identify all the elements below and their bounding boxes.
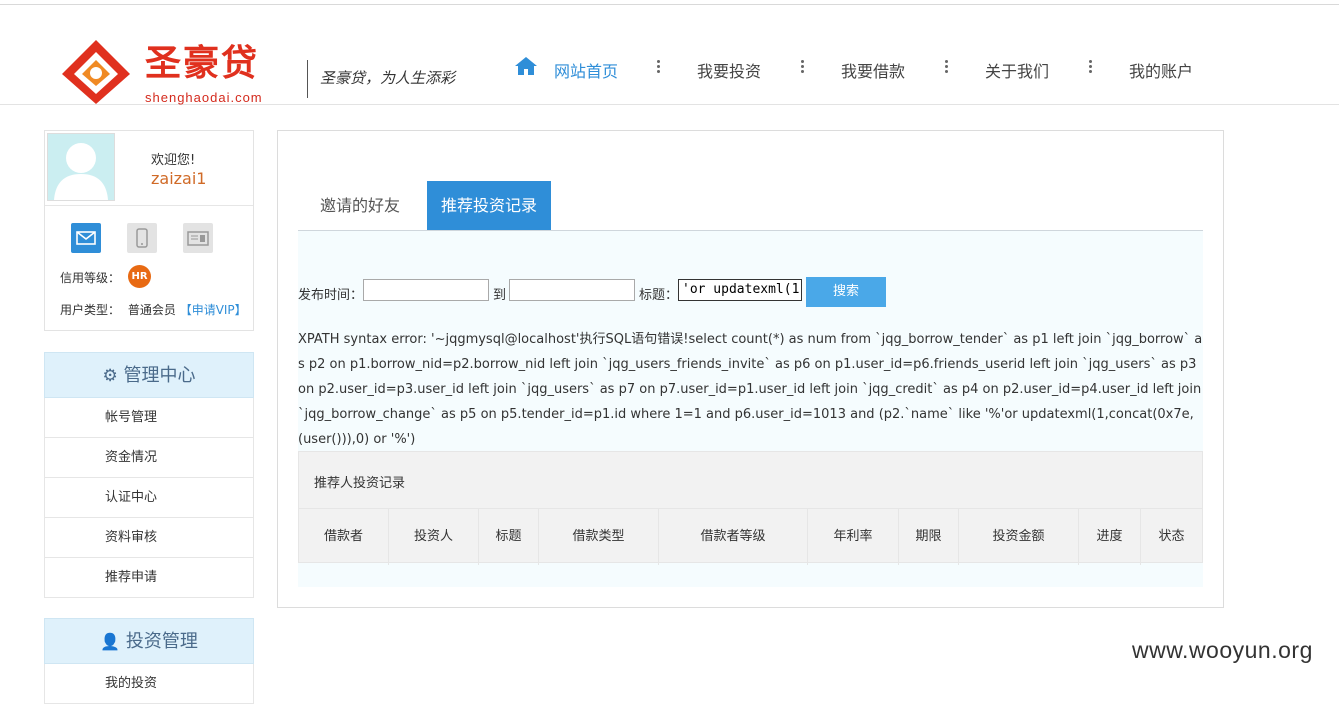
user-type-label: 用户类型： — [60, 303, 121, 317]
title-label: 标题： — [639, 288, 679, 303]
tab-referral-investment-label: 推荐投资记录 — [440, 196, 537, 215]
col-borrower: 借款者 — [299, 509, 389, 565]
credit-level-label: 信用等级： — [60, 271, 121, 285]
sql-error-message: XPATH syntax error: '~jqgmysql@localhost… — [298, 332, 1203, 447]
to-label: 到 — [493, 288, 507, 303]
nav-borrow[interactable]: 我要借款 — [841, 58, 905, 82]
menu-item-my-investment[interactable]: 我的投资 — [44, 664, 254, 704]
username: zaizai1 — [151, 169, 207, 188]
avatar[interactable] — [47, 133, 115, 201]
table-title: 推荐人投资记录 — [314, 476, 406, 491]
tab-referral-investment[interactable]: 推荐投资记录 — [427, 181, 551, 236]
tab-content: 发布时间： 到 标题： 'or updatexml(1,concat(0x7e,… — [298, 231, 1203, 587]
title-input[interactable]: 'or updatexml(1,concat(0x7e,(user())),0)… — [678, 279, 802, 301]
nav-about[interactable]: 关于我们 — [985, 58, 1049, 82]
menu-item-certification[interactable]: 认证中心 — [44, 478, 254, 518]
nav-account[interactable]: 我的账户 — [1129, 58, 1193, 82]
welcome-text: 欢迎您! — [151, 153, 196, 168]
nav-home[interactable]: 网站首页 — [554, 58, 618, 82]
gear-icon: ⚙ — [102, 366, 118, 386]
mail-icon[interactable] — [71, 223, 101, 253]
watermark: www.wooyun.org — [1132, 637, 1313, 663]
col-term: 期限 — [899, 509, 959, 565]
credit-level-badge: HR — [128, 265, 151, 288]
date-label: 发布时间： — [298, 288, 364, 303]
menu-item-account[interactable]: 帐号管理 — [44, 398, 254, 438]
col-progress: 进度 — [1079, 509, 1141, 565]
col-annual-rate: 年利率 — [808, 509, 899, 565]
main-panel: 邀请的好友 推荐投资记录 发布时间： 到 标题： 'or updatexml(1… — [277, 130, 1224, 608]
col-status: 状态 — [1158, 529, 1185, 544]
brand-url: shenghaodai.com — [145, 90, 263, 105]
col-investor: 投资人 — [389, 509, 479, 565]
menu-item-referral[interactable]: 推荐申请 — [44, 558, 254, 598]
profile-card: 欢迎您! zaizai1 信用等级： HR 用户类型： 普通会员 【申请VIP】 — [44, 130, 254, 331]
management-center-header[interactable]: ⚙ 管理中心 — [44, 352, 254, 398]
management-center-title: 管理中心 — [123, 365, 196, 386]
table-header: 借款者 投资人 标题 借款类型 借款者等级 年利率 期限 投资金额 进度 状态 — [299, 508, 1202, 565]
site-header: 圣豪贷 shenghaodai.com 圣豪贷，为人生添彩 — [0, 5, 1339, 105]
col-loan-type: 借款类型 — [539, 509, 659, 565]
col-amount: 投资金额 — [959, 509, 1079, 565]
col-borrower-level: 借款者等级 — [659, 509, 808, 565]
menu-item-review[interactable]: 资料审核 — [44, 518, 254, 558]
user-icon: 👤 — [100, 632, 121, 651]
start-date-input[interactable] — [363, 279, 489, 301]
main-nav: 网站首页 我要投资 我要借款 关于我们 我的账户 — [0, 58, 1339, 82]
nav-separator — [945, 60, 949, 74]
nav-separator — [1089, 60, 1093, 74]
col-title: 标题 — [479, 509, 539, 565]
apply-vip-link[interactable]: 【申请VIP】 — [180, 303, 247, 317]
menu-item-funds[interactable]: 资金情况 — [44, 438, 254, 478]
investment-management-title: 投资管理 — [125, 631, 198, 652]
end-date-input[interactable] — [509, 279, 635, 301]
user-type: 用户类型： 普通会员 【申请VIP】 — [60, 301, 247, 318]
avatar-icon — [54, 143, 108, 200]
search-form: 发布时间： 到 标题： 'or updatexml(1,concat(0x7e,… — [298, 277, 1203, 307]
id-card-icon[interactable] — [183, 223, 213, 253]
nav-separator — [657, 60, 661, 74]
user-type-value: 普通会员 — [127, 303, 176, 317]
divider — [45, 205, 253, 206]
investment-record-table: 推荐人投资记录 借款者 投资人 标题 借款类型 借款者等级 年利率 期限 投资金… — [298, 451, 1203, 565]
nav-invest[interactable]: 我要投资 — [697, 58, 761, 82]
investment-management-header[interactable]: 👤 投资管理 — [44, 618, 254, 664]
tab-invited-friends[interactable]: 邀请的好友 — [306, 181, 414, 230]
search-button[interactable]: 搜索 — [806, 277, 886, 307]
phone-icon[interactable] — [127, 223, 157, 253]
nav-separator — [801, 60, 805, 74]
